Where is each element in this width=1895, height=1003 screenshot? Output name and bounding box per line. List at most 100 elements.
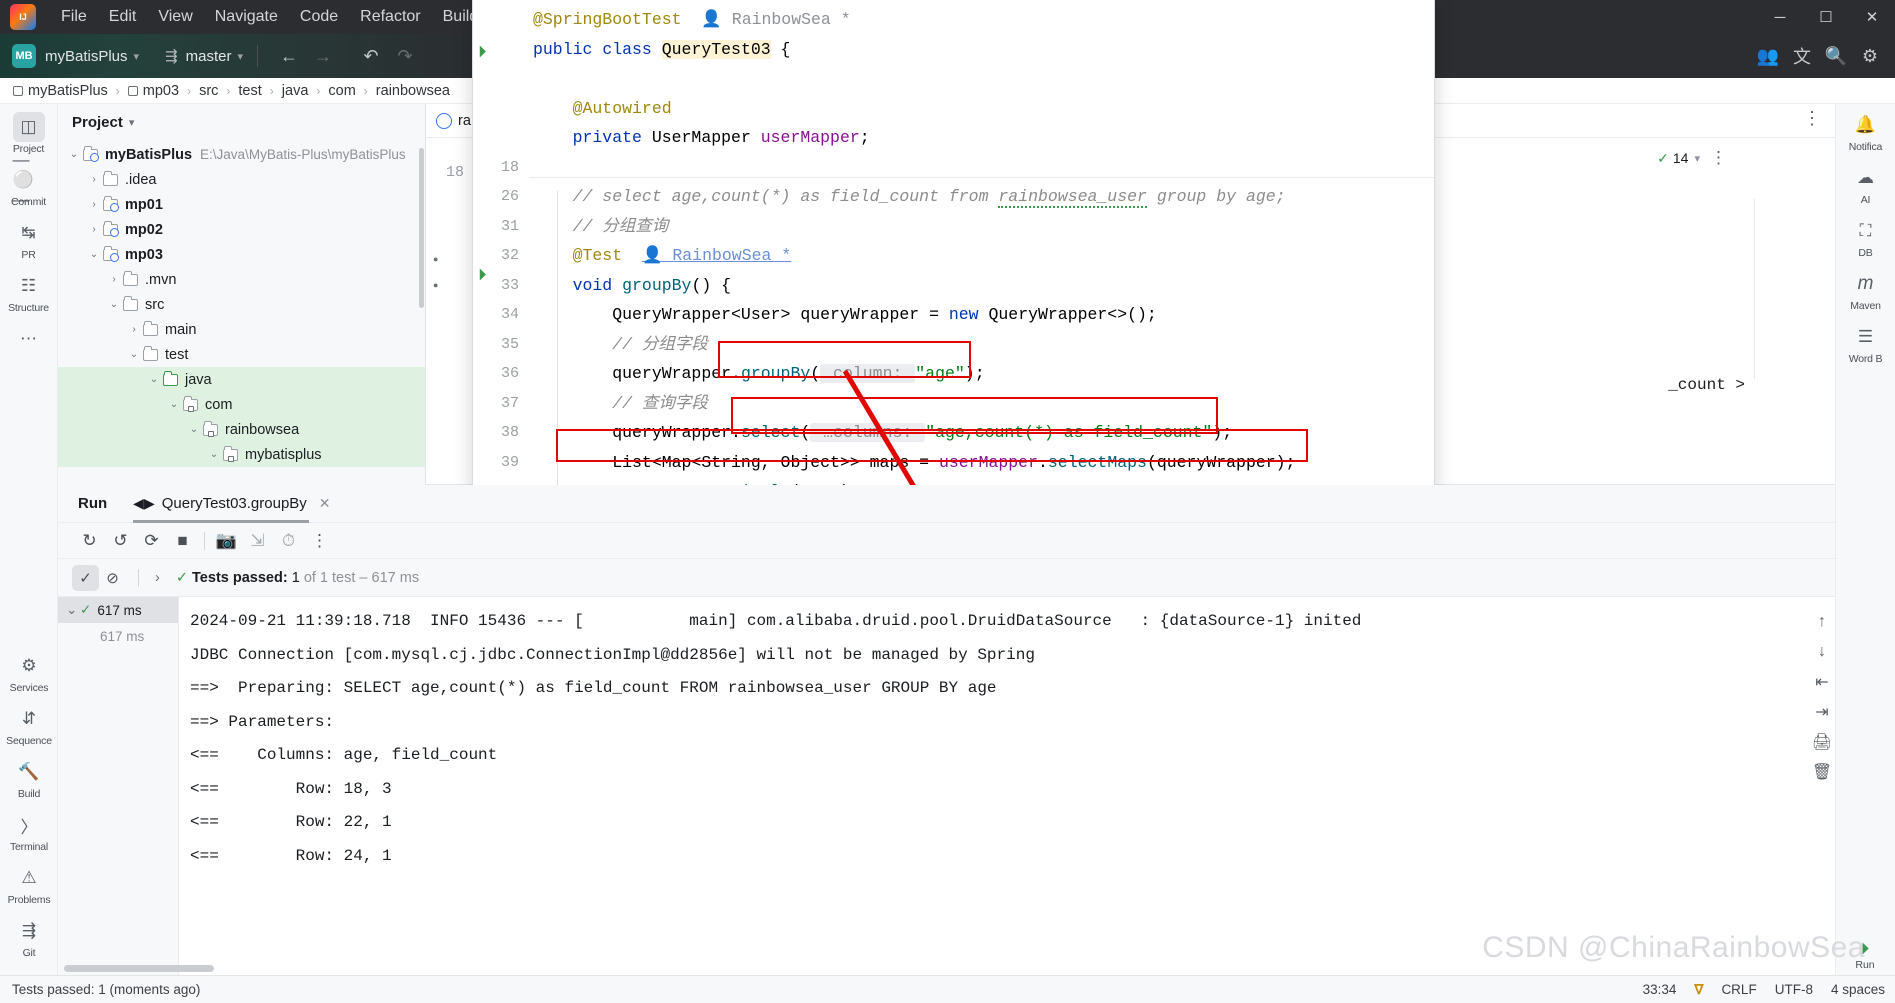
sidebar-item-problems[interactable]: ⚠ Problems: [6, 863, 52, 906]
show-ignored-toggle[interactable]: ⊘: [99, 565, 126, 591]
chevron-down-icon[interactable]: ⌄: [126, 349, 142, 360]
sidebar-item-sequence[interactable]: ⇵ Sequence: [6, 704, 52, 747]
chevron-down-icon[interactable]: ⌄: [146, 374, 162, 385]
scroll-up-icon[interactable]: ↑: [1810, 607, 1834, 637]
sidebar-item-services[interactable]: ⚙ Services: [6, 651, 52, 694]
breadcrumb-item-5[interactable]: com: [325, 83, 358, 99]
menu-navigate[interactable]: Navigate: [204, 8, 289, 26]
chevron-right-icon[interactable]: ›: [86, 199, 102, 210]
tree-row-mybatisplus[interactable]: ⌄ mybatisplus: [58, 442, 425, 467]
tree-row-java[interactable]: ⌄ java: [58, 367, 425, 392]
code-line[interactable]: // select age,count(*) as field_count fr…: [529, 182, 1434, 212]
export-icon[interactable]: ⇲: [242, 528, 273, 554]
chevron-down-icon[interactable]: ⌄: [86, 249, 102, 260]
code-line[interactable]: // 分组字段: [529, 330, 1434, 360]
sidebar-item-database[interactable]: ⛶ DB: [1838, 216, 1894, 259]
sidebar-item-build[interactable]: 🔨 Build: [6, 757, 52, 800]
chevron-down-icon[interactable]: ⌄: [106, 299, 122, 310]
console-output[interactable]: 2024-09-21 11:39:18.718 INFO 15436 --- […: [180, 597, 1809, 975]
code-line[interactable]: public class QueryTest03 {: [529, 35, 1434, 65]
chevron-right-icon[interactable]: ›: [106, 274, 122, 285]
expand-arrow-icon[interactable]: ›: [155, 570, 160, 586]
sidebar-item-terminal[interactable]: 〉 Terminal: [6, 810, 52, 854]
sidebar-item-run[interactable]: ⏵ Run: [1837, 939, 1893, 971]
breadcrumb-item-3[interactable]: test: [235, 83, 264, 99]
chevron-down-icon[interactable]: ⌄: [186, 424, 202, 435]
minimize-icon[interactable]: ─: [1757, 0, 1803, 34]
stop-icon[interactable]: ■: [167, 528, 198, 554]
chevron-right-icon[interactable]: ›: [86, 224, 102, 235]
user-add-icon[interactable]: 👥: [1751, 41, 1785, 71]
sidebar-item-structure[interactable]: ☷ Structure: [6, 271, 52, 314]
code-line[interactable]: queryWrapper.groupBy( column: "age");: [529, 359, 1434, 389]
sidebar-item-bookmarks[interactable]: ☰ Word B: [1838, 322, 1894, 365]
code-line[interactable]: List<Map<String, Object>> maps = userMap…: [529, 448, 1434, 478]
breadcrumb-item-4[interactable]: java: [279, 83, 312, 99]
tree-row-com[interactable]: ⌄ com: [58, 392, 425, 417]
scroll-down-icon[interactable]: ↓: [1810, 637, 1834, 667]
code-line[interactable]: [529, 64, 1434, 94]
menu-file[interactable]: File: [50, 8, 98, 26]
inspection-widget[interactable]: ✓ 14 ▾ ⋮: [1657, 148, 1727, 168]
test-tree-row[interactable]: ⌄ ✓ 617 ms: [58, 597, 178, 623]
more-options-icon[interactable]: ⋮: [304, 528, 335, 554]
search-icon[interactable]: 🔍: [1819, 41, 1853, 71]
chevron-down-icon[interactable]: ⌄: [206, 449, 222, 460]
code-line[interactable]: QueryWrapper<User> queryWrapper = new Qu…: [529, 300, 1434, 330]
tree-row-rainbowsea[interactable]: ⌄ rainbowsea: [58, 417, 425, 442]
run-gutter-icon[interactable]: ⏵: [478, 42, 487, 62]
tree-row-test[interactable]: ⌄ test: [58, 342, 425, 367]
caret-position[interactable]: 33:34: [1643, 982, 1677, 997]
chevron-down-icon[interactable]: ▾: [129, 116, 135, 129]
breadcrumb-item-1[interactable]: mp03: [125, 83, 182, 99]
sidebar-item-maven[interactable]: m Maven: [1838, 269, 1894, 312]
settings-icon[interactable]: ⚙: [1853, 41, 1887, 71]
tree-row-mp01[interactable]: › mp01: [58, 192, 425, 217]
soft-wrap-icon[interactable]: ⇤: [1810, 667, 1834, 697]
tree-row-.mvn[interactable]: › .mvn: [58, 267, 425, 292]
close-icon[interactable]: ✕: [1849, 0, 1895, 34]
scroll-end-icon[interactable]: ⇥: [1810, 697, 1834, 727]
more-icon[interactable]: ⋮: [1795, 108, 1829, 129]
clear-all-icon[interactable]: 🗑: [1810, 757, 1834, 787]
code-line[interactable]: @SpringBootTest 👤 RainbowSea *: [529, 5, 1434, 35]
test-results-tree[interactable]: ⌄ ✓ 617 ms 617 ms: [58, 597, 179, 975]
menu-view[interactable]: View: [147, 8, 203, 26]
chevron-down-icon[interactable]: ⌄: [166, 399, 182, 410]
coverage-icon[interactable]: ⏱: [273, 528, 304, 554]
print-icon[interactable]: 🖨: [1810, 727, 1834, 757]
line-separator[interactable]: CRLF: [1721, 982, 1756, 997]
sidebar-item-notifications[interactable]: 🔔 Notifica: [1838, 110, 1894, 153]
undo-icon[interactable]: ↶: [354, 41, 388, 71]
file-encoding[interactable]: UTF-8: [1775, 982, 1813, 997]
code-line[interactable]: [529, 153, 1434, 183]
code-line[interactable]: private UserMapper userMapper;: [529, 123, 1434, 153]
rerun-icon[interactable]: ↻: [74, 528, 105, 554]
chevron-down-icon[interactable]: ▾: [1694, 152, 1700, 165]
rerun-failed-icon[interactable]: ↺: [105, 528, 136, 554]
test-tree-row[interactable]: 617 ms: [58, 623, 178, 649]
tree-row-myBatisPlus[interactable]: ⌄ myBatisPlus E:\Java\MyBatis-Plus\myBatis…: [58, 142, 425, 167]
menu-edit[interactable]: Edit: [98, 8, 148, 26]
rerun-auto-icon[interactable]: ⟳: [136, 528, 167, 554]
tree-row-.idea[interactable]: › .idea: [58, 167, 425, 192]
sidebar-item-project[interactable]: ◫ Project: [6, 112, 52, 155]
code-line[interactable]: // 分组查询: [529, 212, 1434, 242]
project-tree[interactable]: ⌄ myBatisPlus E:\Java\MyBatis-Plus\myBatis…: [58, 140, 425, 467]
code-line[interactable]: @Test 👤 RainbowSea *: [529, 241, 1434, 271]
breadcrumb-item-0[interactable]: myBatisPlus: [10, 83, 111, 99]
close-icon[interactable]: ✕: [319, 495, 331, 512]
tree-row-src[interactable]: ⌄ src: [58, 292, 425, 317]
sidebar-item-pr[interactable]: ↹ PR: [6, 218, 52, 261]
code-line[interactable]: // 查询字段: [529, 389, 1434, 419]
chevron-down-icon[interactable]: ⌄: [66, 149, 82, 160]
scrollbar-vertical[interactable]: [419, 148, 424, 308]
breadcrumb-item-6[interactable]: rainbowsea: [373, 83, 453, 99]
back-icon[interactable]: ←: [272, 41, 306, 71]
screenshot-icon[interactable]: 📷: [211, 528, 242, 554]
tree-row-mp03[interactable]: ⌄ mp03: [58, 242, 425, 267]
branch-selector[interactable]: ⇶ master ▾: [165, 47, 243, 66]
sidebar-item-commit[interactable]: —⚪— Commit: [6, 150, 52, 209]
project-horizontal-scrollbar[interactable]: [64, 965, 424, 973]
breadcrumb-item-2[interactable]: src: [196, 83, 221, 99]
